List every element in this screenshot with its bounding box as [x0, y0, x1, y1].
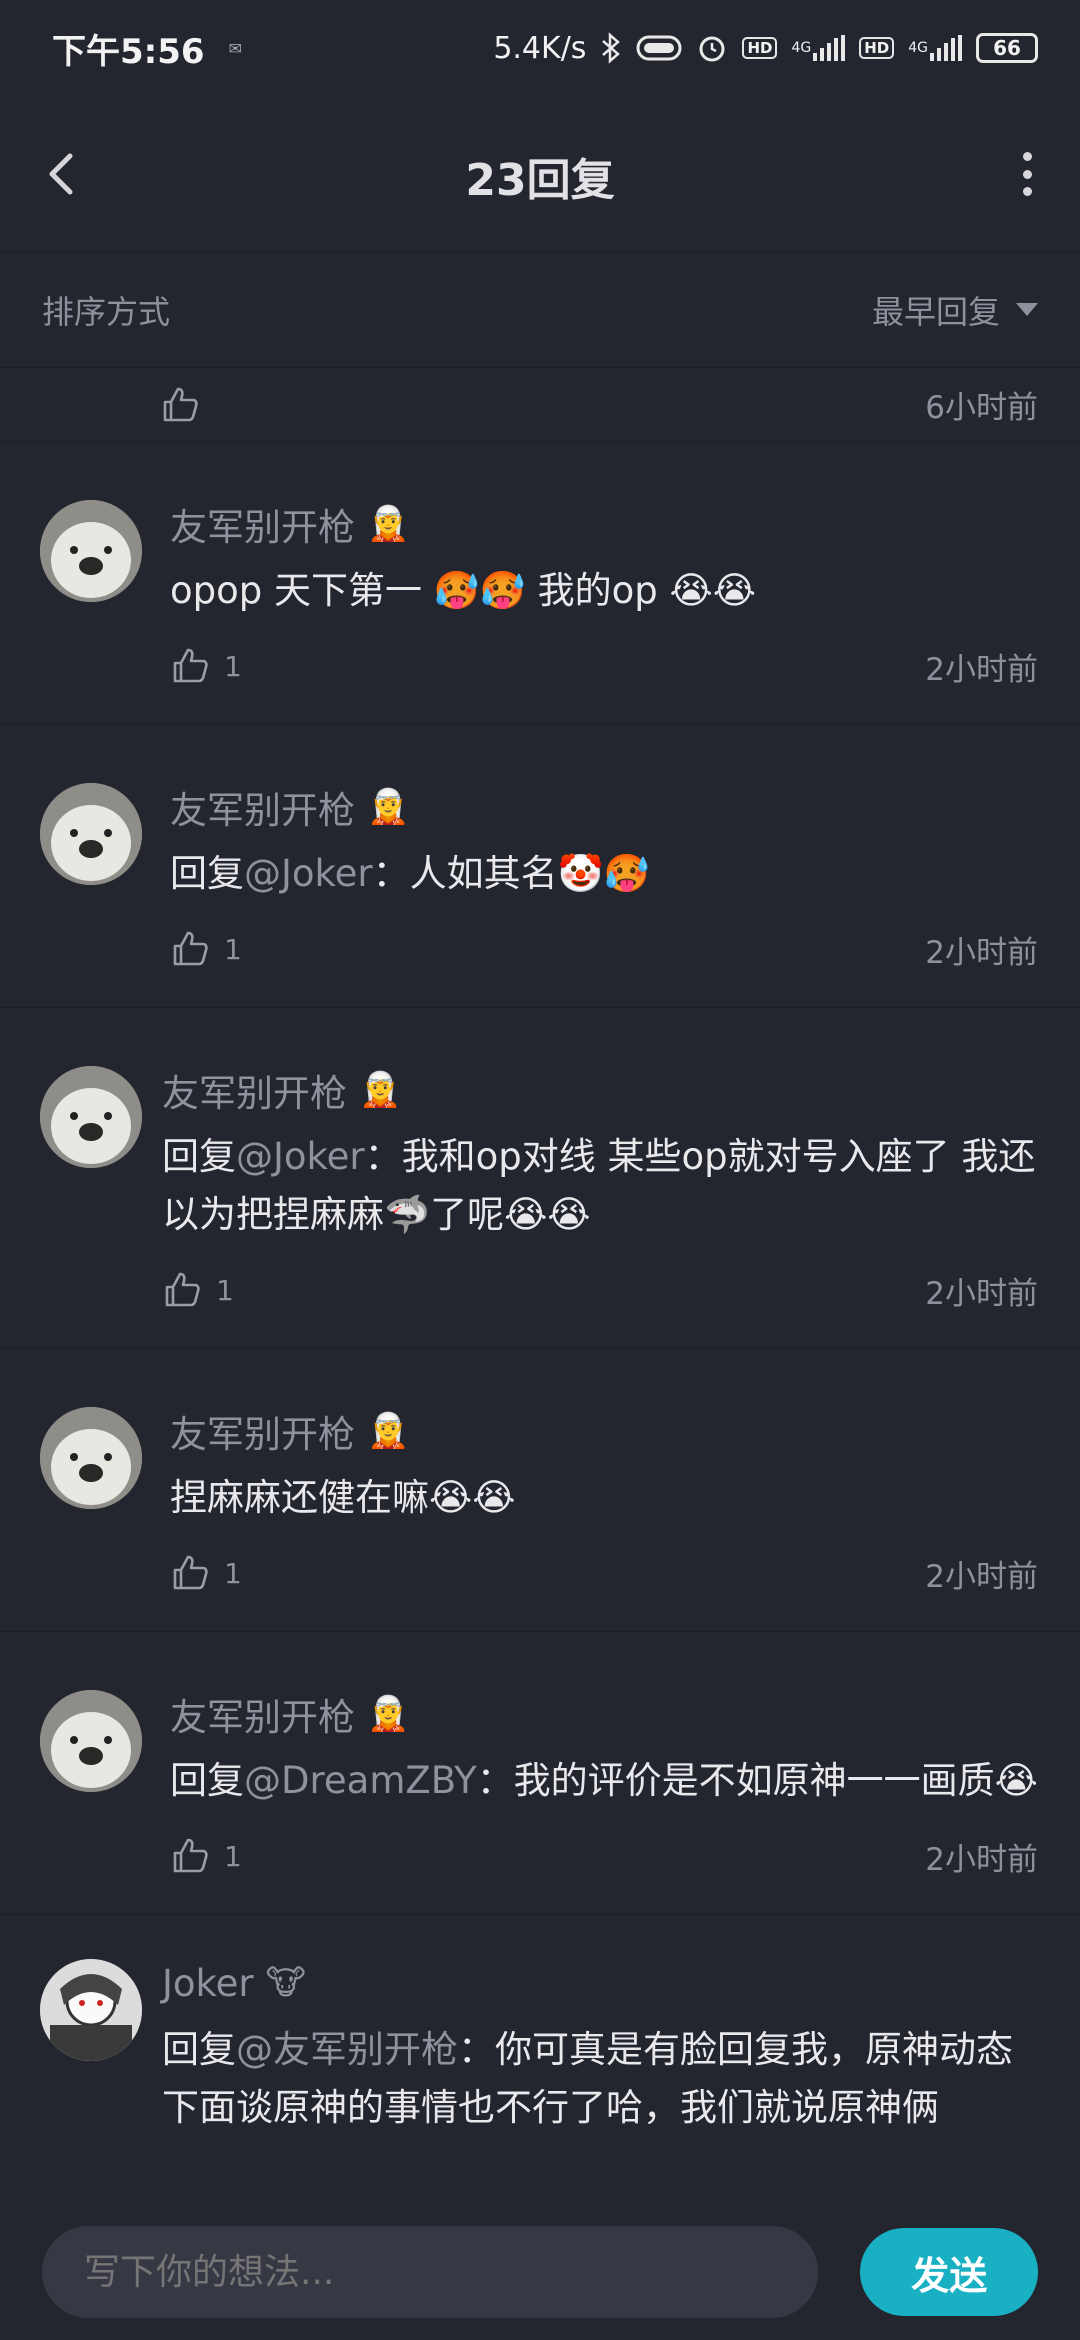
like-count: 1 — [224, 1839, 242, 1873]
user-badge-icon: 🧝 — [367, 504, 410, 544]
comment-text: 回复@友军别开枪：你可真是有脸回复我，原神动态下面谈原神的事情也不行了哈，我们就… — [162, 2028, 1013, 2129]
comment-time: 2小时前 — [925, 651, 1038, 688]
more-options-button[interactable] — [1018, 152, 1036, 196]
thumbs-up-icon — [163, 387, 198, 421]
comment-text: 回复@Joker：人如其名🤡🥵 — [170, 852, 650, 895]
comment-username[interactable]: 友军别开枪 🧝 — [170, 500, 1038, 549]
comment-username[interactable]: 友军别开枪 🧝 — [162, 1066, 1038, 1115]
list-item: 友军别开枪 🧝 opop 天下第一 🥵🥵 我的op 😭😭 1 2小时前 — [0, 442, 1080, 725]
battery-icon: 66 — [976, 33, 1038, 63]
hd-badge-2: HD — [859, 37, 895, 59]
thumbs-up-icon — [173, 931, 208, 966]
list-item: 友军别开枪 🧝 回复@Joker：人如其名🤡🥵 1 2小时前 — [0, 725, 1080, 1008]
avatar[interactable] — [40, 783, 142, 885]
comment-username[interactable]: 友军别开枪 🧝 — [170, 783, 1038, 832]
comment-text: opop 天下第一 🥵🥵 我的op 😭😭 — [170, 569, 757, 612]
caret-down-icon — [1016, 303, 1038, 316]
sort-dropdown[interactable]: 最早回复 — [872, 287, 1038, 333]
user-badge-icon: 🧝 — [367, 1694, 410, 1734]
signal-icon-1: 4G — [791, 35, 846, 61]
like-button[interactable]: 1 — [170, 1836, 242, 1876]
like-button[interactable]: 1 — [170, 929, 242, 969]
sort-current-value: 最早回复 — [871, 292, 1000, 331]
notification-icon: ✉ — [228, 38, 242, 58]
comment-time: 2小时前 — [925, 1841, 1038, 1878]
status-bar: 下午5:56 ✉ 5.4K/s HD 4G HD 4G 66 — [0, 0, 1080, 96]
list-item: Joker 🐮 回复@友军别开枪：你可真是有脸回复我，原神动态下面谈原神的事情也… — [0, 1915, 1080, 2137]
user-badge-icon: 🧝 — [367, 1411, 410, 1451]
alarm-icon — [696, 32, 728, 64]
comment-time: 2小时前 — [925, 934, 1038, 971]
thumbs-up-icon — [165, 1272, 200, 1307]
comment-username[interactable]: 友军别开枪 🧝 — [170, 1690, 1038, 1739]
hd-badge-1: HD — [742, 37, 778, 59]
like-button[interactable] — [160, 385, 200, 425]
mention-link[interactable]: @友军别开枪 — [236, 2028, 458, 2071]
avatar[interactable] — [40, 1959, 142, 2061]
avatar[interactable] — [40, 500, 142, 602]
network-speed: 5.4K/s — [493, 30, 587, 66]
mention-link[interactable]: @Joker — [244, 852, 373, 895]
vibrate-icon — [636, 34, 682, 62]
like-button[interactable]: 1 — [170, 1553, 242, 1593]
comment-input[interactable] — [42, 2226, 819, 2318]
comment-text: 回复@Joker：我和op对线 某些op就对号入座了 我还以为把捏麻麻🦈了呢😭😭 — [162, 1135, 1036, 1236]
user-badge-icon: 🧝 — [359, 1070, 402, 1110]
comment-username[interactable]: Joker 🐮 — [162, 1959, 1038, 2007]
list-item: 友军别开枪 🧝 捏麻麻还健在嘛😭😭 1 2小时前 — [0, 1349, 1080, 1632]
mention-link[interactable]: @Joker — [236, 1135, 365, 1178]
avatar[interactable] — [40, 1066, 142, 1168]
send-button[interactable]: 发送 — [860, 2228, 1038, 2316]
list-item: 友军别开枪 🧝 回复@Joker：我和op对线 某些op就对号入座了 我还以为把… — [0, 1008, 1080, 1349]
thumbs-up-icon — [173, 1555, 208, 1590]
list-item: 6小时前 — [0, 368, 1080, 442]
comment-text: 回复@DreamZBY：我的评价是不如原神一一画质😭 — [170, 1759, 1038, 1802]
comment-username[interactable]: 友军别开枪 🧝 — [170, 1407, 1038, 1456]
page-title: 23回复 — [465, 155, 615, 206]
avatar[interactable] — [40, 1690, 142, 1792]
avatar[interactable] — [40, 1407, 142, 1509]
thumbs-up-icon — [173, 1838, 208, 1873]
sort-bar: 排序方式 最早回复 — [0, 252, 1080, 368]
like-button[interactable]: 1 — [162, 1270, 234, 1310]
comment-text: 捏麻麻还健在嘛😭😭 — [170, 1476, 516, 1519]
user-badge-icon: 🐮 — [265, 1963, 306, 2003]
mention-link[interactable]: @DreamZBY — [244, 1759, 477, 1802]
top-app-bar: 23回复 — [0, 96, 1080, 252]
thumbs-up-icon — [173, 648, 208, 683]
like-button[interactable]: 1 — [170, 646, 242, 686]
like-count: 1 — [224, 932, 242, 966]
status-time: 下午5:56 — [52, 31, 205, 72]
bluetooth-icon — [600, 32, 622, 64]
reply-composer: 发送 — [0, 2204, 1080, 2340]
signal-icon-2: 4G — [908, 35, 962, 61]
sort-label: 排序方式 — [42, 292, 171, 331]
list-item: 友军别开枪 🧝 回复@DreamZBY：我的评价是不如原神一一画质😭 1 2小时… — [0, 1632, 1080, 1915]
like-count: 1 — [224, 649, 242, 683]
user-badge-icon: 🧝 — [367, 787, 410, 827]
comment-time: 6小时前 — [925, 390, 1038, 426]
comment-time: 2小时前 — [925, 1275, 1038, 1312]
reply-list[interactable]: 6小时前 友军别开枪 🧝 opop 天下第一 🥵🥵 我的op 😭😭 1 2小时前 — [0, 368, 1080, 2204]
comment-time: 2小时前 — [925, 1558, 1038, 1595]
like-count: 1 — [216, 1273, 234, 1307]
like-count: 1 — [224, 1556, 242, 1590]
